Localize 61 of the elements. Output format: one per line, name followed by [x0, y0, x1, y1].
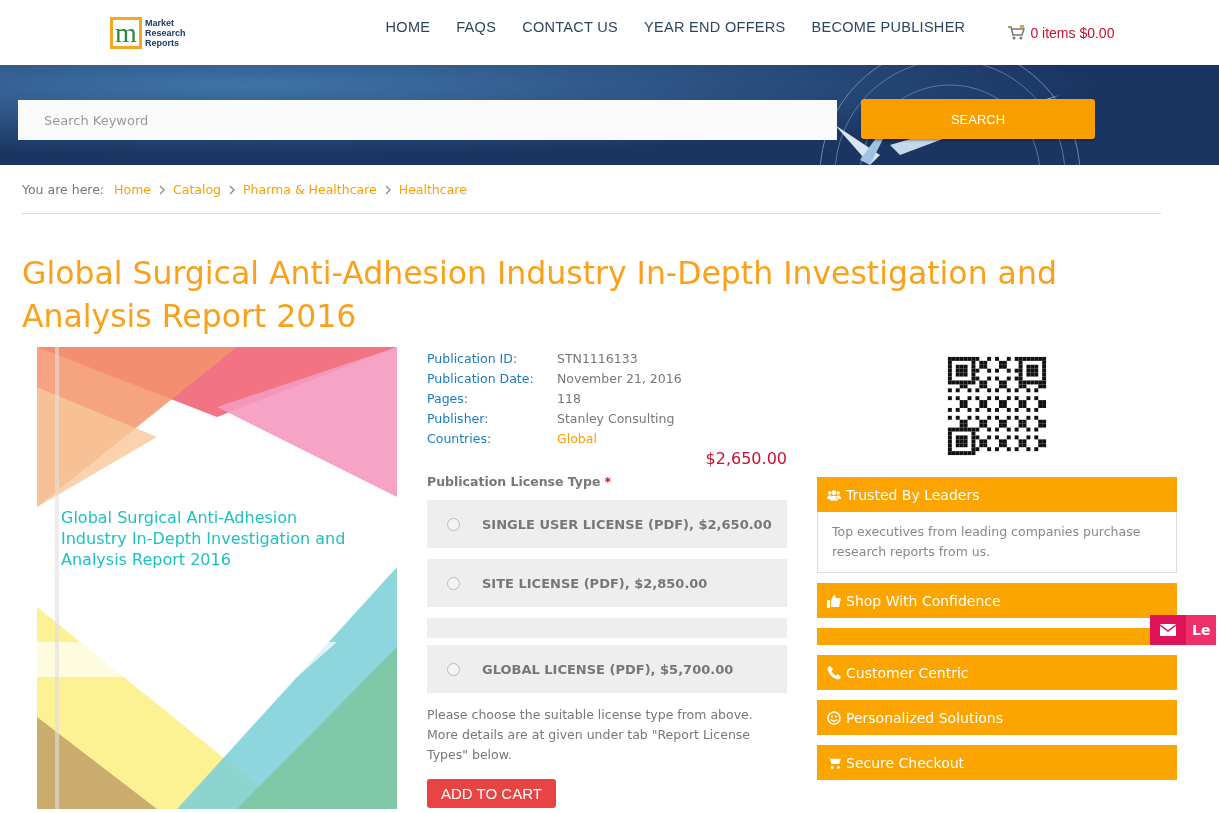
nav-link[interactable]: BECOME PUBLISHER — [811, 18, 966, 35]
feedback-tab[interactable]: Le — [1150, 615, 1217, 645]
page-title: Global Surgical Anti-Adhesion Industry In-Depth Investigation and Analysis Report 2016 — [22, 254, 1058, 336]
chevron-icon — [229, 184, 236, 195]
panel-header[interactable]: Secure Checkout — [817, 745, 1177, 780]
panel-title: Trusted By Leaders — [846, 486, 980, 503]
panel-header[interactable]: Personalized Solutions — [817, 700, 1177, 735]
license-option[interactable]: GLOBAL LICENSE (PDF), $5,700.00 — [427, 645, 787, 693]
panel-text: Top executives from leading companies purchase research reports from us. — [817, 512, 1177, 573]
panel-header[interactable]: Shop With Confidence — [817, 583, 1177, 618]
logo-letter: m — [110, 16, 142, 49]
license-option[interactable]: SITE LICENSE (PDF), $2,850.00 — [427, 559, 787, 607]
nav-link[interactable]: YEAR END OFFERS — [644, 18, 786, 35]
search-field[interactable]: Search Keyword — [18, 100, 837, 140]
detail-label: Publication Date: — [427, 370, 535, 388]
breadcrumb-label: You are here: — [22, 182, 105, 197]
detail-value: Stanley Consulting — [557, 410, 675, 428]
detail-link[interactable]: Global — [557, 429, 597, 449]
add-to-cart-button[interactable]: ADD TO CART — [427, 779, 556, 808]
nav-link[interactable]: CONTACT US — [522, 18, 619, 35]
detail-label: Publisher: — [427, 410, 490, 428]
breadcrumb-link[interactable]: Catalog — [173, 182, 222, 197]
logo-text: Reports — [145, 37, 180, 48]
panel-title: Customer Centric — [846, 664, 969, 681]
breadcrumb-link[interactable]: Home — [114, 182, 151, 197]
panel-header[interactable]: Customer Centric — [817, 655, 1177, 690]
radio-button[interactable] — [447, 576, 460, 590]
thumbs-up-icon — [827, 593, 841, 608]
detail-label: Publication ID: — [427, 350, 519, 368]
logo-text: Research — [145, 27, 186, 38]
nav-link[interactable]: FAQS — [456, 18, 497, 35]
mail-icon — [1160, 624, 1176, 636]
panel-title: Personalized Solutions — [846, 709, 1004, 726]
detail-label: Pages: — [427, 390, 469, 408]
detail-label: Countries: — [427, 430, 493, 448]
search-button[interactable]: SEARCH — [861, 99, 1095, 139]
smiley-icon — [827, 710, 841, 725]
detail-value: 118 — [557, 390, 581, 408]
cart-icon — [1007, 24, 1026, 41]
license-note: Please choose the suitable license type from above. More details are at given under tab "Report License Types" below. — [427, 706, 754, 764]
breadcrumb-link[interactable]: Healthcare — [398, 182, 467, 197]
chevron-icon — [384, 184, 391, 195]
logo-text: Market — [145, 17, 175, 28]
license-label: Publication License Type — [427, 474, 601, 489]
required-mark: * — [604, 474, 611, 489]
radio-button[interactable] — [447, 517, 460, 531]
cover-title: Global Surgical Anti-Adhesion Industry In-Depth Investigation and Analysis Report 2016 — [61, 507, 347, 570]
panel-title: Shop With Confidence — [846, 592, 1001, 609]
chevron-icon — [159, 184, 165, 195]
phone-icon — [827, 665, 841, 680]
users-icon — [827, 487, 841, 502]
price: $2,650.00 — [705, 449, 787, 469]
detail-value: November 21, 2016 — [557, 370, 682, 388]
breadcrumb-link[interactable]: Pharma & Healthcare — [243, 182, 377, 197]
license-option[interactable]: SINGLE USER LICENSE (PDF), $2,650.00 — [427, 500, 787, 548]
radio-button[interactable] — [447, 662, 460, 676]
cart-link[interactable]: 0 items $0.00 — [1007, 24, 1115, 41]
panel-header[interactable]: Trusted By Leaders — [817, 477, 1177, 512]
panel-title: Secure Checkout — [846, 754, 965, 771]
nav-link[interactable]: HOME — [385, 18, 431, 35]
detail-value: STN1116133 — [557, 350, 638, 368]
